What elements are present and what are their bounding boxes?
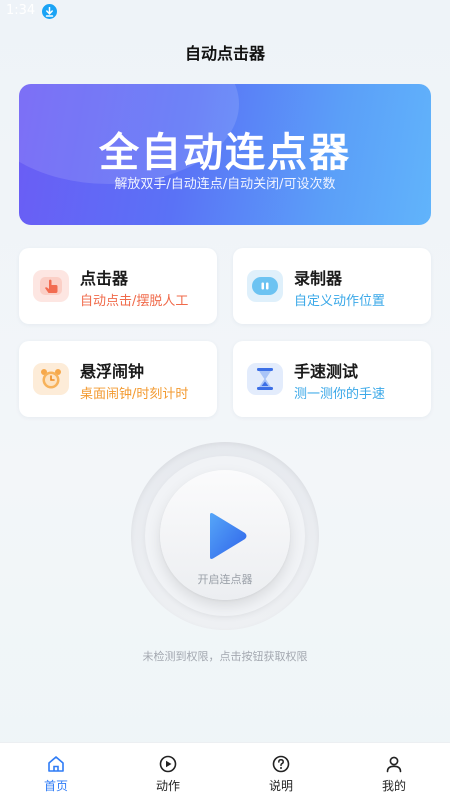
user-icon xyxy=(384,754,404,774)
tab-label: 首页 xyxy=(43,779,68,793)
tab-home[interactable]: 首页 xyxy=(0,743,112,801)
tab-label: 动作 xyxy=(155,779,180,793)
help-circle-icon xyxy=(271,754,291,774)
status-time: 1:34 xyxy=(6,3,36,18)
feature-card-alarm[interactable]: 悬浮闹钟 桌面闹钟/时刻计时 xyxy=(19,341,217,417)
card-subtitle: 测一测你的手速 xyxy=(294,387,386,402)
hourglass-icon xyxy=(247,363,283,395)
hand-tap-icon xyxy=(33,270,69,302)
tab-label: 我的 xyxy=(381,779,406,793)
banner-subtitle: 解放双手/自动连点/自动关闭/可设次数 xyxy=(114,177,336,192)
record-icon xyxy=(247,270,283,302)
card-title: 手速测试 xyxy=(294,362,359,381)
card-title: 悬浮闹钟 xyxy=(80,362,145,381)
home-icon xyxy=(46,754,66,774)
promo-banner: 全自动连点器 解放双手/自动连点/自动关闭/可设次数 xyxy=(19,84,431,225)
card-title: 录制器 xyxy=(294,269,343,288)
banner-title: 全自动连点器 xyxy=(99,130,351,176)
card-subtitle: 自定义动作位置 xyxy=(294,294,386,309)
alarm-clock-icon xyxy=(33,363,69,395)
feature-card-recorder[interactable]: 录制器 自定义动作位置 xyxy=(233,248,431,324)
tab-actions[interactable]: 动作 xyxy=(112,743,224,801)
start-button-label[interactable]: 开启连点器 xyxy=(160,571,290,587)
download-icon xyxy=(42,4,57,19)
feature-card-speed-test[interactable]: 手速测试 测一测你的手速 xyxy=(233,341,431,417)
permission-hint: 未检测到权限，点击按钮获取权限 xyxy=(142,650,308,663)
tab-help[interactable]: 说明 xyxy=(225,743,337,801)
bottom-tab-bar: 首页 动作 说明 我的 xyxy=(0,742,450,801)
play-icon[interactable] xyxy=(206,512,248,564)
card-title: 点击器 xyxy=(80,269,129,288)
tab-label: 说明 xyxy=(268,779,293,793)
page-title: 自动点击器 xyxy=(184,44,265,63)
play-circle-icon xyxy=(158,754,178,774)
card-subtitle: 桌面闹钟/时刻计时 xyxy=(80,387,189,402)
tab-profile[interactable]: 我的 xyxy=(338,743,450,801)
status-bar: 1:34 xyxy=(0,0,450,24)
feature-card-clicker[interactable]: 点击器 自动点击/摆脱人工 xyxy=(19,248,217,324)
card-subtitle: 自动点击/摆脱人工 xyxy=(80,294,189,309)
